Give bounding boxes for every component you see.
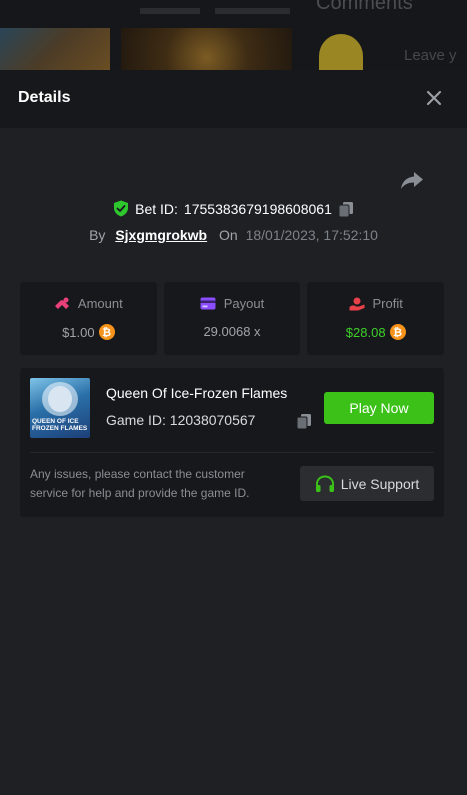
background-tab — [215, 8, 290, 14]
payout-label: Payout — [223, 296, 265, 311]
amount-label: Amount — [77, 296, 123, 311]
support-help-text: Any issues, please contact the customer … — [30, 467, 250, 500]
background-tab — [140, 8, 200, 14]
bet-stats: Amount $1.00 ₿ Payout 29.0068 x Profit $… — [20, 282, 445, 355]
game-name: Queen Of Ice-Frozen Flames — [106, 385, 288, 401]
amount-icon — [54, 297, 69, 309]
by-label: By — [89, 227, 106, 243]
bet-byline: By Sjxgmgrokwb On 18/01/2023, 17:52:10 — [0, 227, 467, 243]
copy-icon[interactable] — [338, 201, 354, 217]
close-icon[interactable] — [424, 88, 444, 108]
live-support-button[interactable]: Live Support — [300, 466, 434, 501]
game-id-value: 12038070567 — [169, 412, 256, 428]
thumbnail-logo-text: QUEEN OF ICE FROZEN FLAMES — [32, 418, 88, 432]
payout-card: Payout 29.0068 x — [163, 282, 301, 355]
bettor-username-link[interactable]: Sjxgmgrokwb — [115, 227, 207, 243]
game-card: QUEEN OF ICE FROZEN FLAMES Queen Of Ice-… — [20, 368, 444, 517]
payout-icon — [200, 297, 216, 310]
headset-icon — [315, 474, 334, 492]
bitcoin-icon: ₿ — [389, 324, 406, 340]
share-icon[interactable] — [400, 170, 424, 190]
modal-title: Details — [18, 89, 71, 106]
divider — [30, 452, 434, 453]
background-game-thumbnail — [121, 28, 292, 70]
amount-card: Amount $1.00 ₿ — [20, 282, 157, 355]
amount-value: $1.00 — [62, 324, 95, 340]
bet-id-label: Bet ID: — [135, 200, 178, 217]
bet-id-row: Bet ID: 1755383679198608061 — [0, 200, 467, 220]
live-support-label: Live Support — [340, 475, 420, 492]
background-game-thumbnail — [0, 28, 110, 70]
comments-heading: Comments — [316, 0, 413, 14]
bet-datetime: 18/01/2023, 17:52:10 — [245, 227, 378, 243]
profit-value: $28.08 — [345, 324, 386, 340]
profit-label: Profit — [372, 296, 403, 311]
bitcoin-icon: ₿ — [98, 324, 115, 340]
comment-input-placeholder: Leave y — [404, 47, 457, 64]
copy-icon[interactable] — [296, 413, 312, 429]
bet-details-modal: Details Bet ID: 1755383679198608061 By S… — [0, 70, 467, 795]
game-id-row: Game ID: 12038070567 — [106, 412, 255, 428]
payout-value: 29.0068 x — [203, 324, 261, 339]
background-page: Comments Leave y — [0, 0, 467, 70]
bet-id-value: 1755383679198608061 — [183, 200, 332, 217]
on-label: On — [219, 227, 238, 243]
modal-header: Details — [0, 70, 467, 128]
commenter-avatar — [319, 34, 363, 70]
thumbnail-art — [48, 386, 72, 412]
profit-icon — [349, 297, 364, 310]
game-thumbnail[interactable]: QUEEN OF ICE FROZEN FLAMES — [30, 378, 90, 438]
shield-check-icon — [114, 200, 129, 217]
game-id-label: Game ID: — [106, 412, 166, 428]
play-now-button[interactable]: Play Now — [324, 392, 434, 424]
profit-card: Profit $28.08 ₿ — [307, 282, 445, 355]
